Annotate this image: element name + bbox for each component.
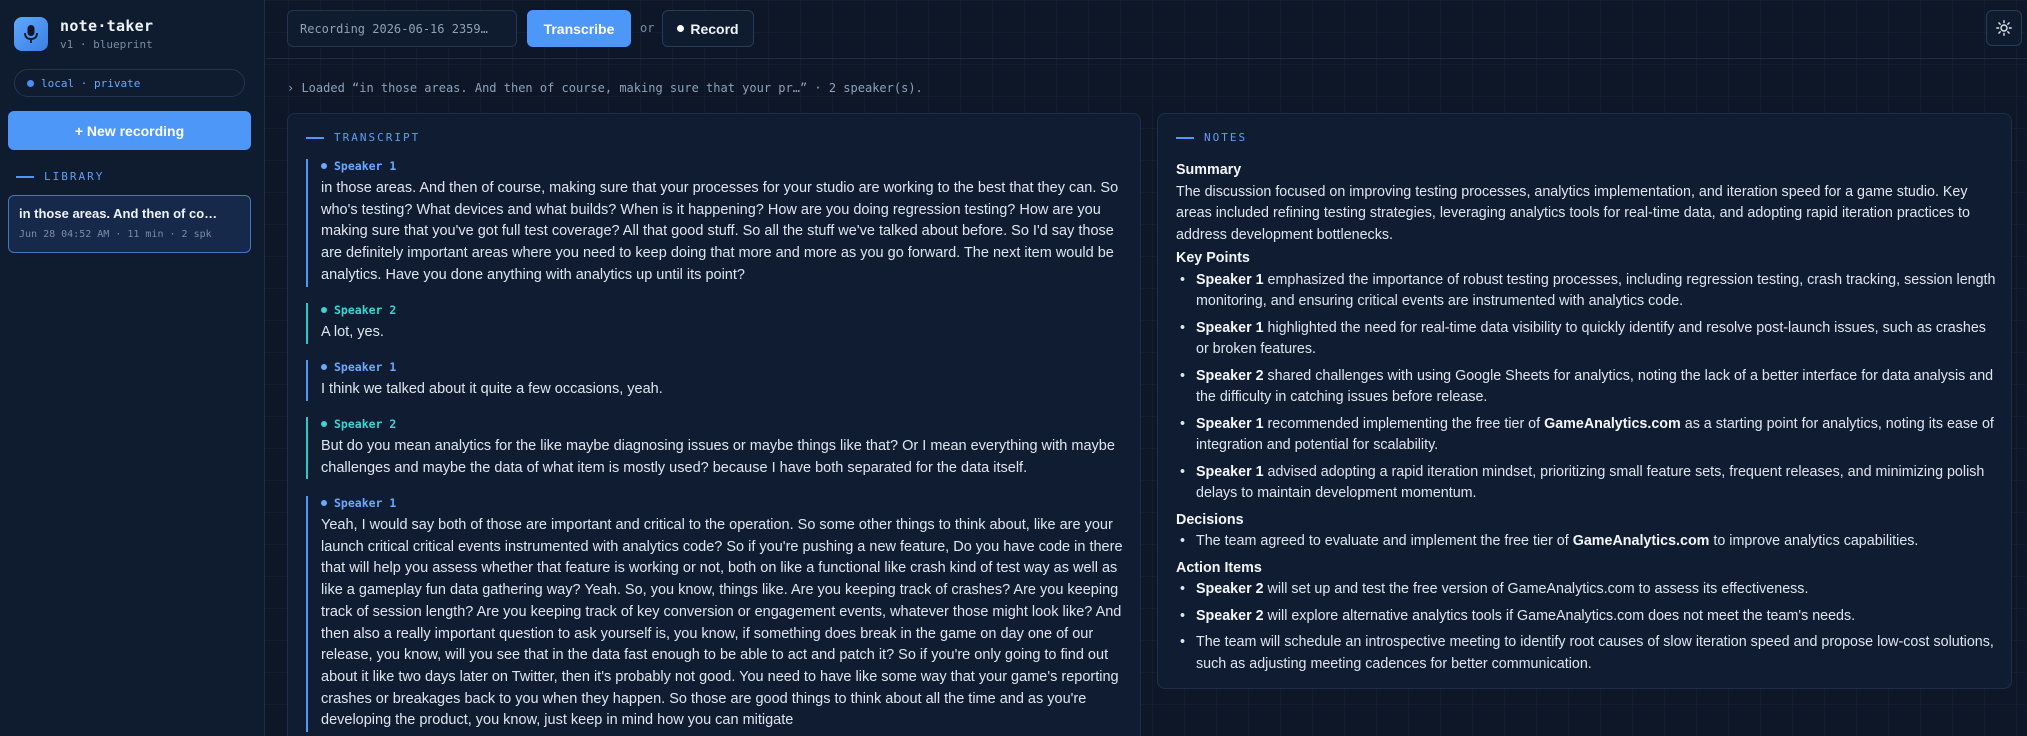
highlight-text: GameAnalytics.com <box>1544 415 1681 432</box>
point-text: advised adopting a rapid iteration minds… <box>1196 463 1985 502</box>
list-item: The team agreed to evaluate and implemen… <box>1176 531 1996 553</box>
decision-text: to improve analytics capabilities. <box>1709 533 1919 549</box>
speaker-name: Speaker 1 <box>1196 463 1264 480</box>
speaker-name: Speaker 1 <box>1196 319 1264 336</box>
speaker-label: Speaker 1 <box>321 159 1126 173</box>
speaker-name: Speaker 2 <box>1196 581 1264 597</box>
sun-icon <box>1996 20 2012 36</box>
key-points-list: Speaker 1 emphasized the importance of r… <box>1176 270 1996 505</box>
record-button-label: Record <box>690 20 739 37</box>
action-items-list: Speaker 2 will set up and test the free … <box>1176 579 1996 675</box>
list-item: The team will schedule an introspective … <box>1176 632 1996 675</box>
utterance-text: Yeah, I would say both of those are impo… <box>321 517 1123 729</box>
action-text: will set up and test the free version of… <box>1263 581 1809 597</box>
list-item: Speaker 1 advised adopting a rapid itera… <box>1176 462 1996 505</box>
heading-dash-icon <box>16 175 34 178</box>
transcript-turn: Speaker 1 I think we talked about it qui… <box>306 360 1126 401</box>
speaker-label: Speaker 2 <box>321 303 1126 317</box>
transcript-turn: Speaker 2 But do you mean analytics for … <box>306 417 1126 480</box>
transcript-label: TRANSCRIPT <box>334 131 421 144</box>
speaker-name: Speaker 2 <box>334 417 397 431</box>
library-label: LIBRARY <box>44 170 105 183</box>
speaker-label: Speaker 2 <box>321 417 1126 431</box>
notes-label: NOTES <box>1204 131 1248 144</box>
speaker-dot-icon <box>321 364 327 370</box>
toolbar: Recording 2026-06-16 2359… Transcribe or… <box>266 0 2027 59</box>
record-dot-icon <box>677 25 685 32</box>
list-item: Speaker 1 recommended implementing the f… <box>1176 414 1996 457</box>
library-item-meta: Jun 28 04:52 AM · 11 min · 2 spk <box>19 229 212 240</box>
action-text: will explore alternative analytics tools… <box>1263 607 1856 624</box>
brand: note·taker v1 · blueprint <box>14 17 153 51</box>
highlight-text: GameAnalytics.com <box>1572 533 1710 549</box>
speaker-label: Speaker 1 <box>321 360 1126 374</box>
utterance-text: I think we talked about it quite a few o… <box>321 381 663 397</box>
speaker-dot-icon <box>321 500 327 506</box>
point-text: shared challenges with using Google Shee… <box>1196 367 1994 406</box>
record-button[interactable]: Record <box>662 10 754 47</box>
app-version: v1 · blueprint <box>60 38 153 51</box>
list-item: Speaker 2 will explore alternative analy… <box>1176 606 1996 628</box>
point-text: recommended implementing the free tier o… <box>1263 415 1545 432</box>
action-items-heading: Action Items <box>1176 559 1262 576</box>
new-recording-button[interactable]: + New recording <box>8 111 251 150</box>
summary-text: The discussion focused on improving test… <box>1176 183 1970 243</box>
speaker-name: Speaker 1 <box>334 159 397 173</box>
transcript-turn: Speaker 1 Yeah, I would say both of thos… <box>306 496 1126 733</box>
list-item: Speaker 1 emphasized the importance of r… <box>1176 270 1996 313</box>
privacy-badge: local · private <box>14 69 245 97</box>
action-text: The team will schedule an introspective … <box>1196 634 1994 672</box>
app-name: note·taker <box>60 17 154 35</box>
point-text: highlighted the need for real-time data … <box>1196 319 1986 358</box>
speaker-name: Speaker 1 <box>1196 415 1264 432</box>
library-item[interactable]: in those areas. And then of co… Jun 28 0… <box>8 195 251 253</box>
speaker-dot-icon <box>321 421 327 427</box>
notes-heading: NOTES <box>1176 131 1247 144</box>
library-item-title: in those areas. And then of co… <box>19 206 218 221</box>
status-message: › Loaded “in those areas. And then of co… <box>287 81 923 95</box>
speaker-name: Speaker 2 <box>334 303 397 317</box>
utterance-text: A lot, yes. <box>321 324 384 340</box>
list-item: Speaker 2 will set up and test the free … <box>1176 579 1996 601</box>
library-heading: LIBRARY <box>16 170 104 183</box>
transcript-panel: TRANSCRIPT Speaker 1 in those areas. And… <box>287 113 1141 736</box>
recording-name-input[interactable]: Recording 2026-06-16 2359… <box>287 10 517 47</box>
transcript-turn: Speaker 1 in those areas. And then of co… <box>306 159 1126 287</box>
heading-dash-icon <box>1176 136 1194 139</box>
list-item: Speaker 1 highlighted the need for real-… <box>1176 318 1996 361</box>
speaker-name: Speaker 1 <box>1196 271 1264 288</box>
microphone-icon <box>14 17 48 51</box>
utterance-text: in those areas. And then of course, maki… <box>321 180 1119 283</box>
point-text: emphasized the importance of robust test… <box>1196 271 1996 310</box>
or-separator: or <box>640 21 655 35</box>
heading-dash-icon <box>306 136 324 139</box>
sidebar: note·taker v1 · blueprint local · privat… <box>0 0 265 736</box>
speaker-dot-icon <box>321 307 327 313</box>
status-dot-icon <box>27 79 34 87</box>
decisions-heading: Decisions <box>1176 511 1244 528</box>
decisions-list: The team agreed to evaluate and implemen… <box>1176 531 1996 553</box>
speaker-name: Speaker 1 <box>334 360 397 374</box>
transcript-heading: TRANSCRIPT <box>306 131 420 144</box>
transcribe-button[interactable]: Transcribe <box>527 10 631 47</box>
privacy-badge-label: local · private <box>41 76 141 90</box>
speaker-name: Speaker 2 <box>1196 367 1264 384</box>
speaker-dot-icon <box>321 163 327 169</box>
notes-panel: NOTES Summary The discussion focused on … <box>1157 113 2012 689</box>
transcript-turn: Speaker 2 A lot, yes. <box>306 303 1126 344</box>
notes-content: Summary The discussion focused on improv… <box>1176 160 1996 680</box>
speaker-name: Speaker 1 <box>334 496 397 510</box>
speaker-name: Speaker 2 <box>1196 607 1264 624</box>
key-points-heading: Key Points <box>1176 250 1250 266</box>
list-item: Speaker 2 shared challenges with using G… <box>1176 366 1996 409</box>
decision-text: The team agreed to evaluate and implemen… <box>1196 533 1573 549</box>
summary-heading: Summary <box>1176 162 1242 178</box>
speaker-label: Speaker 1 <box>321 496 1126 510</box>
utterance-text: But do you mean analytics for the like m… <box>321 438 1115 476</box>
theme-toggle-button[interactable] <box>1986 10 2022 46</box>
